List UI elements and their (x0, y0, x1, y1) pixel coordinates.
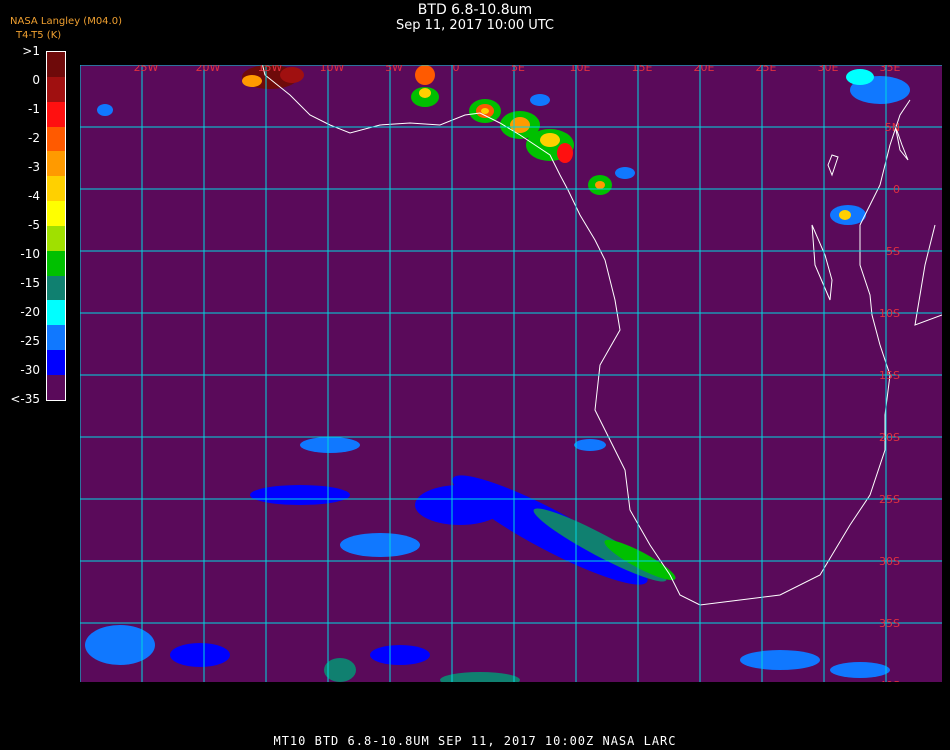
latitude-label: 5N (885, 121, 900, 134)
legend-swatch (47, 76, 65, 102)
latitude-label: 35S (879, 617, 900, 630)
legend-swatch (47, 126, 65, 152)
legend-label: -3 (28, 160, 40, 174)
legend-swatch (47, 325, 65, 351)
map-title: BTD 6.8-10.8um (417, 2, 533, 18)
legend-label: -10 (20, 247, 40, 261)
longitude-label: 5W (385, 65, 403, 74)
longitude-label: 10E (570, 65, 591, 74)
legend-color-bar (46, 51, 66, 401)
longitude-label: 30E (818, 65, 839, 74)
credit-text: NASA Langley (M04.0) (10, 16, 122, 27)
legend-label: -2 (28, 131, 40, 145)
longitude-label: 5E (511, 65, 525, 74)
legend-swatch (47, 225, 65, 251)
latitude-label: 20S (879, 431, 900, 444)
legend-swatch (47, 350, 65, 375)
legend-label: >1 (22, 44, 40, 58)
latitude-label: 25S (879, 493, 900, 506)
latitude-label: 15S (879, 369, 900, 382)
legend-label: -4 (28, 189, 40, 203)
legend-label: -25 (20, 334, 40, 348)
longitude-label: 15E (632, 65, 653, 74)
longitude-label: 35E (880, 65, 901, 74)
legend-swatch (47, 374, 65, 400)
legend-label: -15 (20, 276, 40, 290)
latitude-label: 0 (893, 183, 900, 196)
satellite-map: 25W 20W 15W 10W 5W 0 5E 10E 15E 20E 25E 30E 35E 5N 0 5S… (80, 65, 942, 682)
legend-swatch (47, 300, 65, 326)
map-timestamp: Sep 11, 2017 10:00 UTC (395, 18, 555, 33)
longitude-label: 25W (134, 65, 159, 74)
longitude-label: 20W (196, 65, 221, 74)
longitude-label: 15W (258, 65, 283, 74)
longitude-label: 20E (694, 65, 715, 74)
latitude-label: 10S (879, 307, 900, 320)
footer-caption: MT10 BTD 6.8-10.8UM SEP 11, 2017 10:00Z … (273, 734, 677, 748)
legend-label: -30 (20, 363, 40, 377)
legend-label: -5 (28, 218, 40, 232)
legend-label: 0 (32, 73, 40, 87)
legend-label: -20 (20, 305, 40, 319)
legend-swatch (47, 275, 65, 301)
legend-swatch (47, 52, 65, 77)
legend-swatch (47, 151, 65, 177)
map-background (80, 65, 942, 682)
legend-label: -1 (28, 102, 40, 116)
legend-swatch (47, 250, 65, 276)
units-text: T4-T5 (K) (16, 30, 62, 41)
legend-swatch (47, 176, 65, 202)
legend-label: <-35 (10, 392, 40, 406)
latitude-label: 5S (886, 245, 900, 258)
legend-swatch (47, 201, 65, 226)
latitude-label: 30S (879, 555, 900, 568)
longitude-label: 0 (453, 65, 460, 74)
longitude-label: 25E (756, 65, 777, 74)
longitude-label: 10W (320, 65, 345, 74)
latitude-label: 40S (879, 679, 900, 682)
legend-swatch (47, 101, 65, 127)
